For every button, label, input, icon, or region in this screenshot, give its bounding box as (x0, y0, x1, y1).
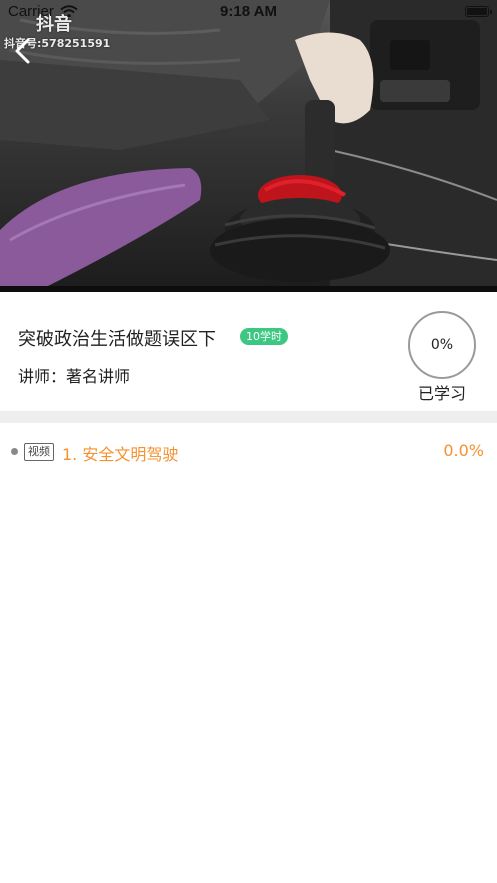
back-button[interactable] (12, 36, 36, 66)
lesson-item[interactable]: 视频 1. 安全文明驾驶 0.0% (0, 430, 497, 474)
progress-label: 已学习 (417, 384, 466, 403)
progress-percent: 0% (430, 337, 454, 353)
status-bar: Carrier 9:18 AM (0, 0, 497, 24)
chevron-left-icon (15, 38, 30, 64)
progress-circle: 0% (408, 311, 476, 379)
screen: 抖音 抖音号:578251591 Carrier 9:18 AM 突破政治生活做… (0, 0, 497, 883)
teacher-label: 讲师：著名讲师 (18, 367, 131, 386)
lesson-progress: 0.0% (443, 441, 484, 460)
video-player[interactable]: 抖音 抖音号:578251591 (0, 0, 497, 290)
video-type-tag: 视频 (24, 443, 54, 461)
lesson-title: 1. 安全文明驾驶 (62, 445, 179, 464)
hours-badge: 10学时 (240, 328, 288, 345)
bullet-dot-icon (11, 448, 18, 455)
course-title: 突破政治生活做题误区下 (18, 329, 216, 350)
status-time: 9:18 AM (220, 3, 277, 20)
course-info-panel: 突破政治生活做题误区下 10学时 讲师：著名讲师 0% 已学习 (0, 292, 497, 411)
section-divider (0, 411, 497, 423)
battery-icon (465, 6, 492, 17)
